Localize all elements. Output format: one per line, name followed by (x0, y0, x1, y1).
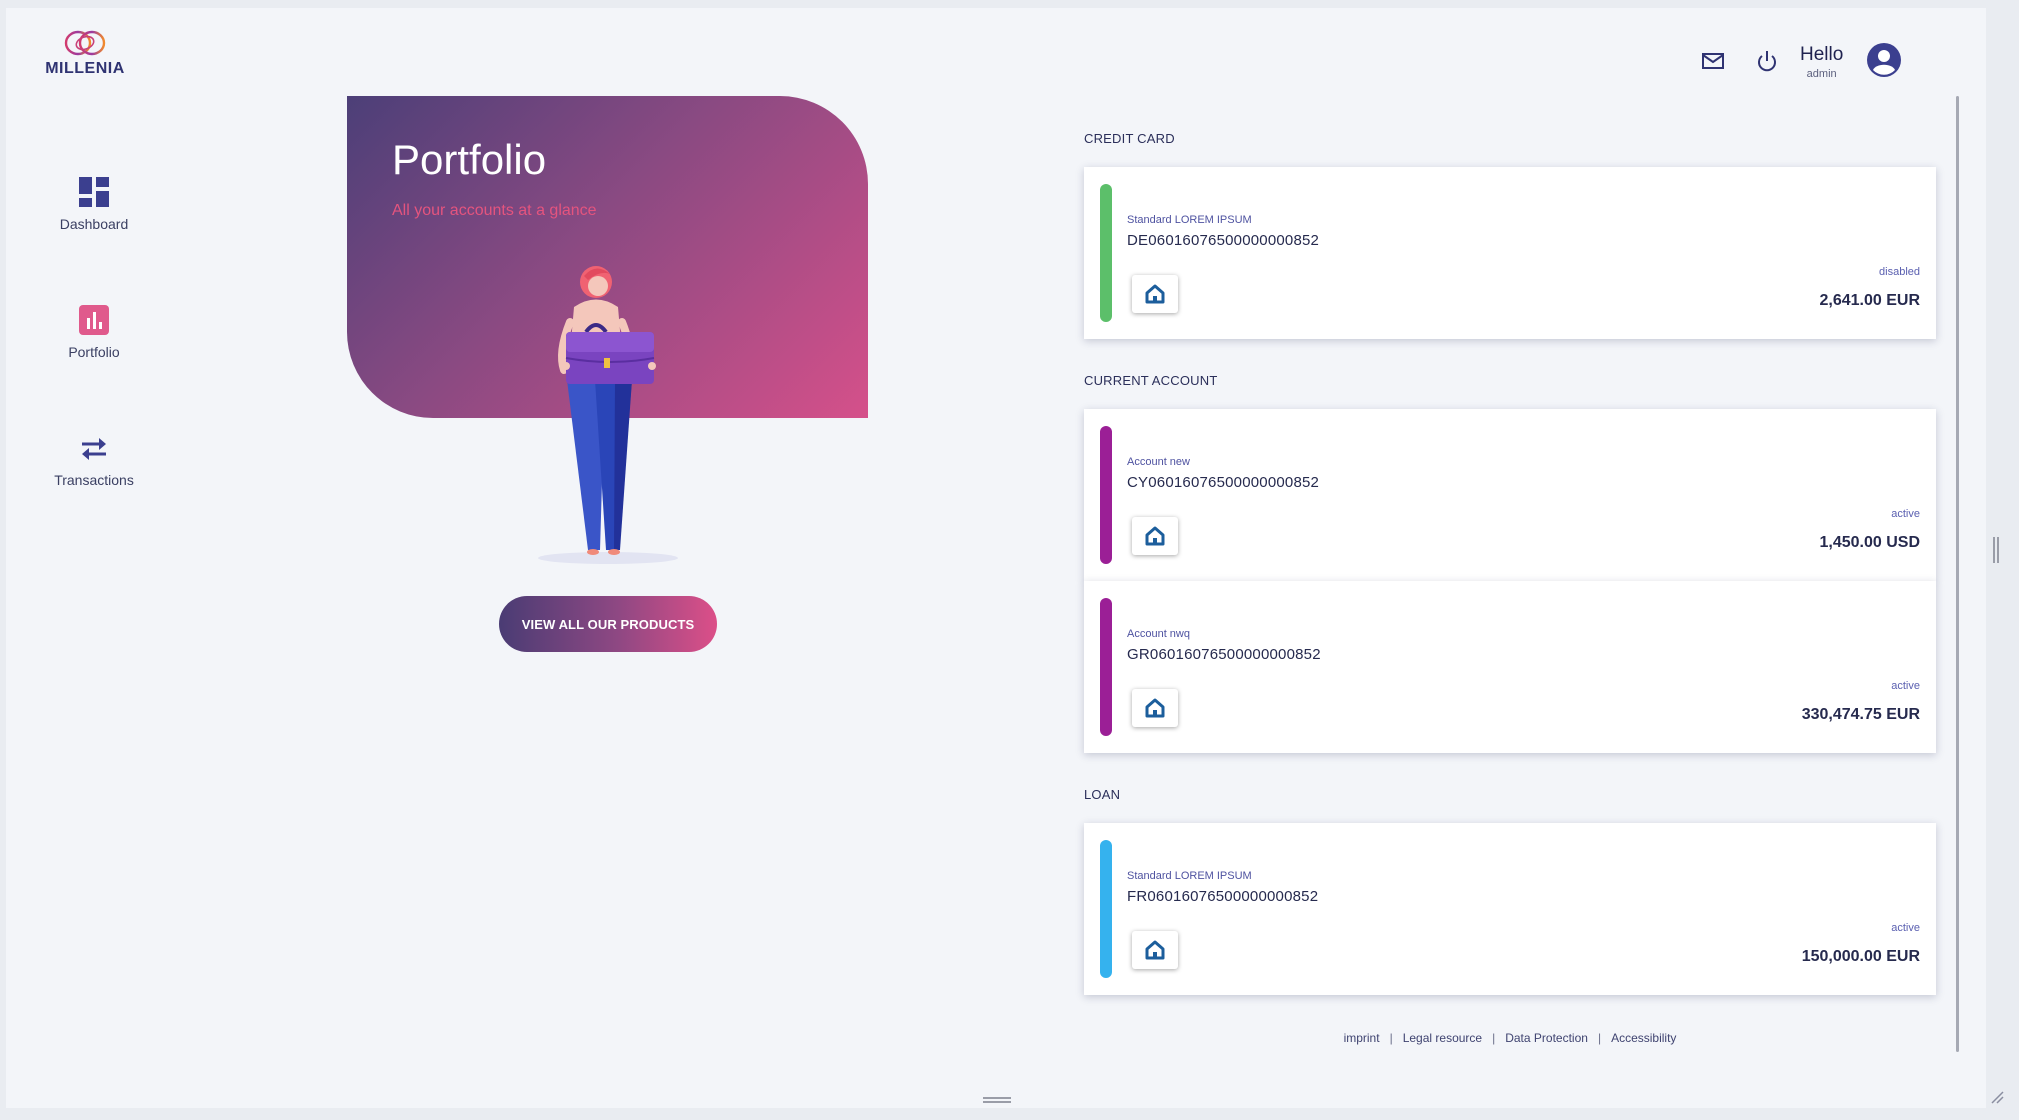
home-icon (1145, 940, 1165, 960)
sidebar-item-transactions[interactable]: Transactions (35, 434, 153, 488)
account-home-button[interactable] (1132, 689, 1178, 727)
footer-link-accessibility[interactable]: Accessibility (1611, 1031, 1676, 1045)
status-badge: active (1891, 922, 1920, 934)
account-home-button[interactable] (1132, 931, 1178, 969)
mail-icon (1702, 53, 1724, 69)
username-text: admin (1806, 68, 1837, 80)
mail-button[interactable] (1700, 48, 1726, 74)
account-card-loan[interactable]: Standard LOREM IPSUM FR06016076500000000… (1084, 823, 1936, 995)
account-home-button[interactable] (1132, 275, 1178, 313)
status-badge: disabled (1879, 266, 1920, 278)
view-all-products-button[interactable]: VIEW ALL OUR PRODUCTS (499, 596, 717, 652)
footer-separator: | (1492, 1031, 1496, 1045)
power-icon (1758, 51, 1776, 72)
account-color-bar (1100, 598, 1112, 736)
account-card-credit-card[interactable]: Standard LOREM IPSUM DE06016076500000000… (1084, 167, 1936, 339)
greeting-text: Hello (1800, 44, 1844, 65)
home-icon (1145, 284, 1165, 304)
footer-link-data-protection[interactable]: Data Protection (1505, 1031, 1588, 1045)
user-greeting: Hello admin (1800, 44, 1843, 80)
logo-text: MILLENIA (45, 60, 125, 77)
account-iban: CY06016076500000000852 (1127, 474, 1320, 491)
status-badge: active (1891, 508, 1920, 520)
footer-link-imprint[interactable]: imprint (1344, 1031, 1380, 1045)
bottom-resize-handle[interactable] (983, 1097, 1011, 1103)
account-balance: 330,474.75 EUR (1801, 706, 1920, 723)
sidebar-item-portfolio[interactable]: Portfolio (35, 304, 153, 360)
avatar[interactable] (1866, 42, 1902, 78)
account-name: Account new (1127, 456, 1190, 468)
sidebar-item-label: Transactions (54, 472, 134, 488)
page-subtitle: All your accounts at a glance (392, 202, 597, 219)
section-title-loan: LOAN (1084, 787, 1121, 802)
status-badge: active (1891, 680, 1920, 692)
account-home-button[interactable] (1132, 517, 1178, 555)
logout-button[interactable] (1754, 48, 1780, 74)
home-icon (1145, 526, 1165, 546)
sidebar-item-label: Dashboard (59, 216, 129, 232)
bar-chart-icon (79, 305, 109, 335)
account-color-bar (1100, 840, 1112, 978)
account-card-current-2[interactable]: Account nwq GR06016076500000000852 activ… (1084, 581, 1936, 753)
home-icon (1145, 698, 1165, 718)
woman-with-briefcase-illustration (538, 266, 678, 564)
section-title-credit-card: CREDIT CARD (1084, 131, 1175, 146)
app-logo[interactable]: MILLENIA (40, 28, 130, 88)
account-balance: 2,641.00 EUR (1819, 292, 1920, 309)
resize-corner-icon[interactable] (1990, 1090, 2004, 1104)
sidebar-item-dashboard[interactable]: Dashboard (35, 176, 153, 232)
account-color-bar (1100, 426, 1112, 564)
sidebar-item-label: Portfolio (68, 344, 120, 360)
footer-links: imprint | Legal resource | Data Protection | A… (1084, 1031, 1936, 1045)
page-title: Portfolio (392, 136, 547, 183)
footer-separator: | (1389, 1031, 1393, 1045)
footer-separator: | (1597, 1031, 1602, 1045)
side-resize-handle[interactable] (1993, 537, 1999, 563)
account-card-current-1[interactable]: Account new CY06016076500000000852 activ… (1084, 409, 1936, 581)
dashboard-icon (79, 177, 109, 207)
account-name: Standard LOREM IPSUM (1127, 870, 1252, 882)
account-name: Standard LOREM IPSUM (1127, 214, 1252, 226)
footer-link-legal-resource[interactable]: Legal resource (1403, 1031, 1482, 1045)
account-iban: FR06016076500000000852 (1127, 888, 1319, 905)
vertical-scrollbar[interactable] (1956, 96, 1959, 1052)
account-color-bar (1100, 184, 1112, 322)
account-balance: 150,000.00 EUR (1801, 948, 1920, 965)
account-iban: GR06016076500000000852 (1127, 646, 1321, 663)
account-name: Account nwq (1127, 628, 1190, 640)
account-balance: 1,450.00 USD (1819, 534, 1920, 551)
section-title-current-account: CURRENT ACCOUNT (1084, 373, 1218, 388)
logo-mark-icon (64, 30, 106, 56)
swap-arrows-icon (82, 438, 106, 460)
account-circle-icon (1867, 43, 1901, 77)
account-iban: DE06016076500000000852 (1127, 232, 1320, 249)
